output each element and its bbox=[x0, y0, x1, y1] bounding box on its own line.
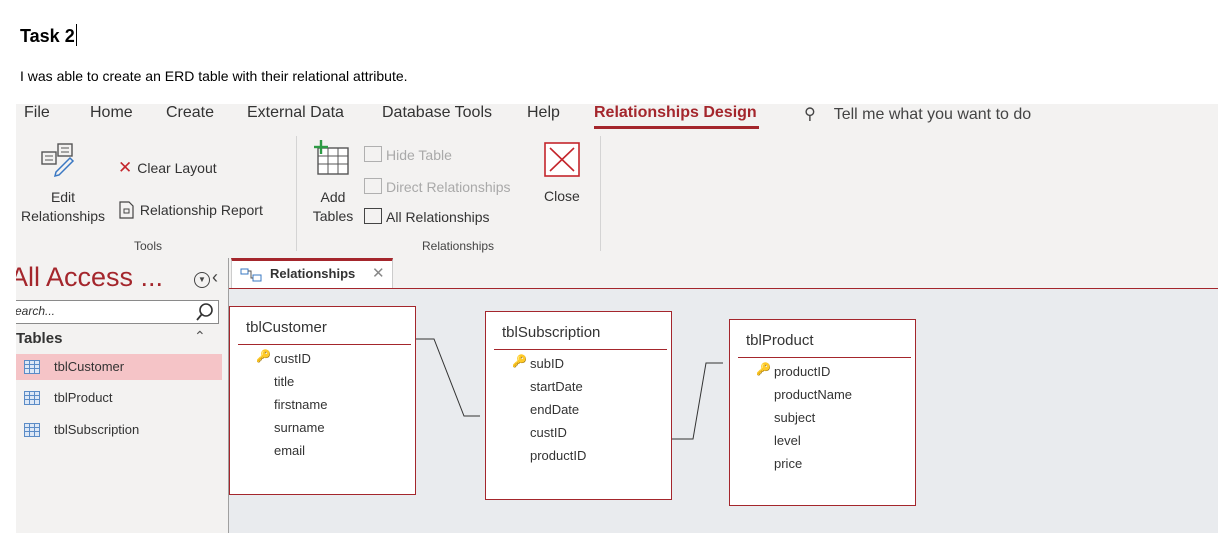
tools-group-label: Tools bbox=[134, 239, 163, 253]
ribbon: Edit Relationships ✕ Clear Layout Relatio… bbox=[16, 130, 1218, 258]
access-window: File Home Create External Data Database … bbox=[16, 104, 1218, 533]
group-separator bbox=[296, 136, 297, 251]
field-productname[interactable]: productName bbox=[774, 387, 852, 402]
nav-pane-title[interactable]: All Access ... bbox=[16, 262, 163, 293]
relationships-document: Relationships ✕ tblCustomer 🔑 custID tit… bbox=[228, 258, 1218, 533]
field-title[interactable]: title bbox=[274, 374, 294, 389]
field-startdate[interactable]: startDate bbox=[530, 379, 583, 394]
table-icon bbox=[24, 391, 40, 405]
field-surname[interactable]: surname bbox=[274, 420, 325, 435]
field-subject[interactable]: subject bbox=[774, 410, 815, 425]
field-custid[interactable]: custID bbox=[530, 425, 567, 440]
tab-external-data[interactable]: External Data bbox=[247, 104, 344, 122]
table-title-divider bbox=[238, 344, 411, 345]
field-email[interactable]: email bbox=[274, 443, 305, 458]
field-enddate[interactable]: endDate bbox=[530, 402, 579, 417]
tell-me-search[interactable]: ⚲ Tell me what you want to do bbox=[804, 104, 1031, 124]
tab-relationships[interactable]: Relationships ✕ bbox=[231, 258, 393, 288]
nav-item-tblproduct[interactable]: tblProduct bbox=[16, 385, 222, 411]
table-box-tblproduct[interactable]: tblProduct 🔑 productID productName subje… bbox=[729, 319, 916, 506]
table-box-tblcustomer[interactable]: tblCustomer 🔑 custID title firstname sur… bbox=[229, 306, 416, 495]
relationships-icon bbox=[240, 268, 262, 282]
search-icon: ⚲ bbox=[804, 106, 816, 123]
add-tables-label-2: Tables bbox=[312, 208, 354, 224]
document-heading: Task 2 bbox=[20, 24, 77, 46]
relationship-line-subscription-product[interactable] bbox=[666, 362, 723, 440]
nav-search-input[interactable]: earch... bbox=[16, 300, 219, 324]
collapse-chevron-icon[interactable]: ‹ bbox=[212, 267, 218, 288]
field-price[interactable]: price bbox=[774, 456, 802, 471]
collapse-up-icon[interactable]: ⌃ bbox=[194, 328, 206, 345]
table-icon bbox=[24, 423, 40, 437]
relationships-group-label: Relationships bbox=[422, 239, 495, 253]
close-icon bbox=[544, 142, 582, 181]
edit-relationships-label-2: Relationships bbox=[20, 208, 106, 224]
primary-key-icon: 🔑 bbox=[756, 362, 771, 376]
search-icon[interactable] bbox=[194, 301, 216, 323]
relationship-report-button[interactable]: Relationship Report bbox=[118, 200, 263, 220]
primary-key-icon: 🔑 bbox=[256, 349, 271, 363]
clear-x-icon: ✕ bbox=[118, 158, 133, 177]
text-caret bbox=[75, 24, 77, 46]
field-firstname[interactable]: firstname bbox=[274, 397, 327, 412]
edit-relationships-icon bbox=[34, 138, 94, 178]
nav-item-tblsubscription[interactable]: tblSubscription bbox=[16, 417, 222, 443]
relationships-canvas: tblCustomer 🔑 custID title firstname sur… bbox=[229, 289, 1218, 533]
group-separator bbox=[600, 136, 601, 251]
field-productid[interactable]: productID bbox=[774, 364, 830, 379]
field-subid[interactable]: subID bbox=[530, 356, 564, 371]
table-box-tblsubscription[interactable]: tblSubscription 🔑 subID startDate endDat… bbox=[485, 311, 672, 500]
tables-section-header[interactable]: Tables bbox=[16, 330, 62, 347]
tab-help[interactable]: Help bbox=[527, 104, 560, 122]
all-relationships-icon bbox=[364, 208, 382, 224]
field-custid[interactable]: custID bbox=[274, 351, 311, 366]
field-level[interactable]: level bbox=[774, 433, 801, 448]
clear-layout-button[interactable]: ✕ Clear Layout bbox=[118, 158, 217, 178]
tab-file[interactable]: File bbox=[24, 104, 50, 122]
hide-table-button[interactable]: Hide Table bbox=[364, 146, 452, 163]
edit-relationships-label-1: Edit bbox=[50, 189, 76, 205]
menu-bar: File Home Create External Data Database … bbox=[16, 104, 1218, 129]
primary-key-icon: 🔑 bbox=[512, 354, 527, 368]
nav-item-tblcustomer[interactable]: tblCustomer bbox=[16, 354, 222, 380]
close-button[interactable]: Close bbox=[544, 188, 580, 204]
add-tables-icon bbox=[312, 140, 352, 179]
table-icon bbox=[24, 360, 40, 374]
report-icon bbox=[119, 201, 134, 219]
active-tab-indicator bbox=[594, 126, 759, 129]
table-title-divider bbox=[494, 349, 667, 350]
all-relationships-button[interactable]: All Relationships bbox=[364, 208, 490, 225]
tab-home[interactable]: Home bbox=[90, 104, 133, 122]
field-productid[interactable]: productID bbox=[530, 448, 586, 463]
document-tabstrip: Relationships ✕ bbox=[229, 258, 1218, 289]
direct-relationships-icon bbox=[364, 178, 382, 194]
tab-relationships-design[interactable]: Relationships Design bbox=[594, 104, 757, 122]
relationship-line-customer-subscription[interactable] bbox=[411, 338, 480, 417]
tab-database-tools[interactable]: Database Tools bbox=[382, 104, 492, 122]
nav-menu-icon[interactable]: ▼ bbox=[194, 272, 210, 288]
tab-create[interactable]: Create bbox=[166, 104, 214, 122]
table-title: tblCustomer bbox=[246, 319, 327, 336]
direct-relationships-button[interactable]: Direct Relationships bbox=[364, 178, 511, 195]
add-tables-label-1: Add bbox=[320, 189, 346, 205]
add-tables-button[interactable]: Add Tables bbox=[308, 188, 358, 226]
table-title-divider bbox=[738, 357, 911, 358]
navigation-pane: All Access ... ▼ ‹ earch... Tables ⌃ tbl… bbox=[16, 258, 222, 533]
table-title: tblSubscription bbox=[502, 324, 601, 341]
table-title: tblProduct bbox=[746, 332, 814, 349]
hide-table-icon bbox=[364, 146, 382, 162]
close-tab-icon[interactable]: ✕ bbox=[372, 264, 385, 282]
edit-relationships-button[interactable]: Edit Relationships bbox=[16, 188, 110, 226]
document-description: I was able to create an ERD table with t… bbox=[20, 68, 408, 84]
